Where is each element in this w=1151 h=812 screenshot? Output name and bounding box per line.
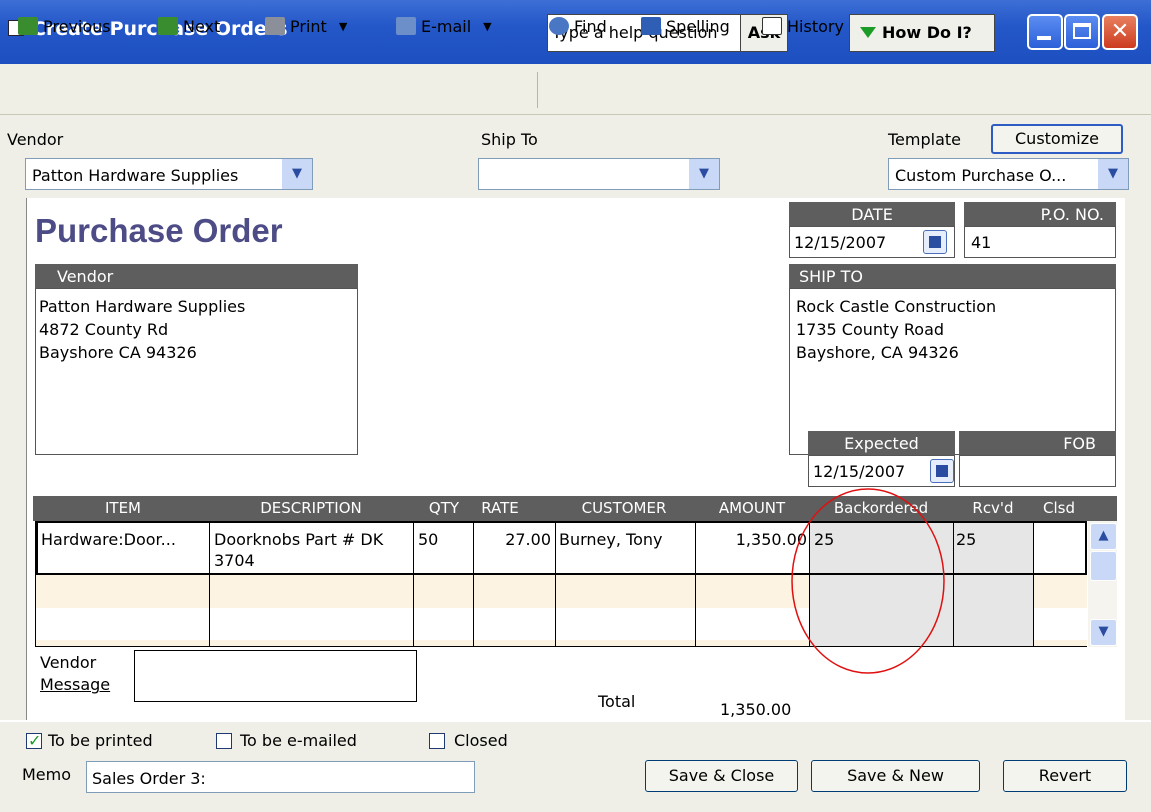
memo-value: Sales Order 3: <box>92 769 206 788</box>
email-dropdown-icon[interactable]: ▼ <box>483 20 491 33</box>
closed-checkbox[interactable] <box>429 733 445 749</box>
to-be-printed-label[interactable]: To be printed <box>48 731 153 750</box>
column-header-item[interactable]: ITEM <box>38 496 208 521</box>
scroll-up-arrow-icon[interactable]: ▲ <box>1090 523 1117 550</box>
column-header-description[interactable]: DESCRIPTION <box>210 496 412 521</box>
closed-label[interactable]: Closed <box>454 731 508 750</box>
print-dropdown-icon[interactable]: ▼ <box>339 20 347 33</box>
magnifier-icon <box>549 17 569 35</box>
spelling-check-icon <box>641 17 661 35</box>
minimize-icon <box>1037 36 1051 40</box>
column-header-qty[interactable]: QTY <box>414 496 474 521</box>
column-header-rate[interactable]: RATE <box>474 496 526 521</box>
to-be-emailed-label[interactable]: To be e-mailed <box>240 731 357 750</box>
save-and-new-button[interactable]: Save & New <box>811 760 980 792</box>
vendor-select[interactable]: Patton Hardware Supplies ▼ <box>25 158 313 190</box>
fob-field[interactable] <box>959 455 1116 487</box>
save-and-close-button[interactable]: Save & Close <box>645 760 798 792</box>
maximize-button[interactable] <box>1064 14 1100 50</box>
next-icon <box>158 17 178 35</box>
cell-received[interactable]: 25 <box>956 530 976 549</box>
vendor-label: Vendor <box>7 130 64 149</box>
po-number-field[interactable]: 41 <box>964 226 1116 258</box>
ship-to-address-line: Bayshore, CA 94326 <box>796 343 959 362</box>
column-header-customer[interactable]: CUSTOMER <box>556 496 692 521</box>
memo-input[interactable]: Sales Order 3: <box>86 761 475 793</box>
total-label: Total <box>598 692 636 711</box>
cell-qty[interactable]: 50 <box>418 530 438 549</box>
po-number-value: 41 <box>971 233 992 252</box>
email-button[interactable]: E-mail ▼ <box>396 14 492 38</box>
triangle-down-icon <box>860 27 876 38</box>
close-icon: ✕ <box>1110 19 1130 44</box>
printer-icon <box>265 17 285 35</box>
calendar-icon[interactable] <box>923 230 947 254</box>
vendor-message-label: Vendor Message <box>40 653 111 694</box>
cell-description[interactable]: Doorknobs Part # DK <box>214 530 383 549</box>
vendor-address-line: 4872 County Rd <box>39 320 169 339</box>
toolbar-separator <box>537 72 538 108</box>
cell-customer[interactable]: Burney, Tony <box>559 530 663 549</box>
ship-to-address-box[interactable]: Rock Castle Construction 1735 County Roa… <box>789 288 1116 455</box>
cell-description-line2: 3704 <box>214 551 255 570</box>
vendor-address-box[interactable]: Patton Hardware Supplies 4872 County Rd … <box>35 288 358 455</box>
form-title: Purchase Order <box>35 212 283 249</box>
calendar-icon[interactable] <box>930 459 954 483</box>
cell-item[interactable]: Hardware:Door... <box>41 530 176 549</box>
email-icon <box>396 17 416 35</box>
ship-to-address-line: 1735 County Road <box>796 320 945 339</box>
checkmark-icon: ✓ <box>28 731 42 750</box>
how-do-i-button[interactable]: How Do I? <box>849 14 995 52</box>
scroll-down-arrow-icon[interactable]: ▼ <box>1090 619 1117 646</box>
fob-header: FOB <box>959 431 1116 456</box>
print-button[interactable]: Print ▼ <box>265 14 347 38</box>
previous-icon <box>18 17 38 35</box>
maximize-icon <box>1073 23 1091 39</box>
ship-to-box-header: SHIP TO <box>789 264 1116 289</box>
column-header-received[interactable]: Rcv'd <box>954 496 1032 521</box>
memo-label: Memo <box>22 765 72 784</box>
vendor-select-value: Patton Hardware Supplies <box>32 166 239 185</box>
history-icon <box>762 17 782 35</box>
expected-header: Expected <box>808 431 955 456</box>
vendor-address-line: Bayshore CA 94326 <box>39 343 197 362</box>
chevron-down-icon[interactable]: ▼ <box>689 159 719 189</box>
next-button[interactable]: Next <box>158 14 220 38</box>
annotation-circle <box>791 488 945 674</box>
minimize-button[interactable] <box>1027 14 1063 50</box>
po-number-header: P.O. NO. <box>964 202 1116 227</box>
chevron-down-icon[interactable]: ▼ <box>1098 159 1128 189</box>
template-select[interactable]: Custom Purchase O... ▼ <box>888 158 1129 190</box>
date-value: 12/15/2007 <box>794 233 887 252</box>
toolbar <box>0 64 1151 115</box>
date-header: DATE <box>789 202 955 227</box>
expected-date-value: 12/15/2007 <box>813 462 906 481</box>
spelling-button[interactable]: Spelling <box>641 14 730 38</box>
vendor-box-header: Vendor <box>35 264 358 289</box>
to-be-printed-checkbox[interactable]: ✓ <box>26 731 42 750</box>
vendor-message-field[interactable] <box>134 650 417 702</box>
history-button[interactable]: History <box>762 14 844 38</box>
column-header-closed[interactable]: Clsd <box>1034 496 1084 521</box>
template-select-value: Custom Purchase O... <box>895 166 1067 185</box>
cell-rate[interactable]: 27.00 <box>474 530 551 549</box>
vendor-address-line: Patton Hardware Supplies <box>39 297 246 316</box>
close-button[interactable]: ✕ <box>1102 14 1138 50</box>
find-button[interactable]: Find <box>549 14 607 38</box>
scrollbar-thumb[interactable] <box>1090 551 1117 581</box>
total-value: 1,350.00 <box>720 700 792 719</box>
ship-to-address-line: Rock Castle Construction <box>796 297 997 316</box>
ship-to-select[interactable]: ▼ <box>478 158 720 190</box>
template-label: Template <box>888 130 962 149</box>
previous-button[interactable]: Previous <box>18 14 111 38</box>
chevron-down-icon[interactable]: ▼ <box>282 159 312 189</box>
to-be-emailed-checkbox[interactable] <box>216 733 232 749</box>
revert-button[interactable]: Revert <box>1003 760 1127 792</box>
date-field[interactable]: 12/15/2007 <box>789 226 955 258</box>
ship-to-label: Ship To <box>481 130 538 149</box>
customize-button[interactable]: Customize <box>991 124 1123 154</box>
expected-date-field[interactable]: 12/15/2007 <box>808 455 955 487</box>
